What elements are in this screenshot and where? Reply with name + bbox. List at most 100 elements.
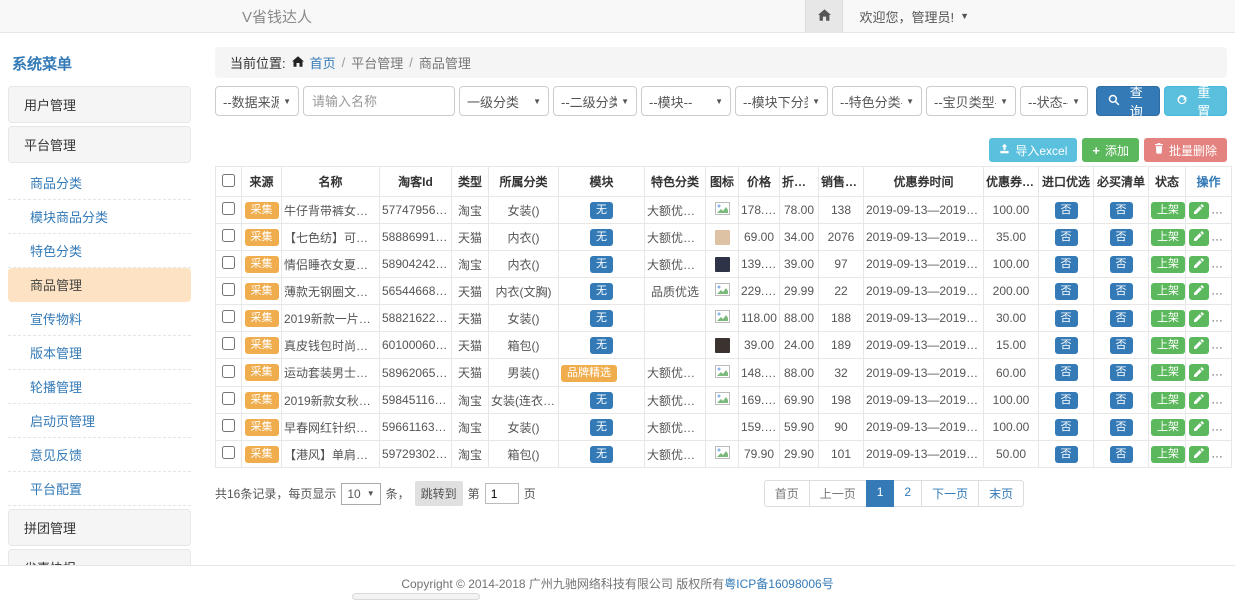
row-checkbox[interactable] — [222, 337, 235, 350]
module-badge: 品牌精选 — [561, 365, 617, 382]
must-buy-badge[interactable]: 否 — [1110, 392, 1133, 409]
sidebar-subitem[interactable]: 启动页管理 — [8, 404, 191, 438]
sidebar-subitem[interactable]: 模块商品分类 — [8, 200, 191, 234]
edit-button[interactable] — [1189, 229, 1209, 246]
edit-button[interactable] — [1189, 256, 1209, 273]
edit-icon — [1194, 338, 1204, 352]
sidebar-item[interactable]: 拼团管理 — [8, 509, 191, 546]
must-buy-badge[interactable]: 否 — [1110, 419, 1133, 436]
status-badge[interactable]: 上架 — [1151, 256, 1185, 273]
import-select-badge[interactable]: 否 — [1055, 364, 1078, 381]
pager-button[interactable]: 首页 — [764, 480, 810, 507]
pager-button[interactable]: 下一页 — [921, 480, 979, 507]
import-select-badge[interactable]: 否 — [1055, 202, 1078, 219]
must-buy-badge[interactable]: 否 — [1110, 202, 1133, 219]
row-checkbox[interactable] — [222, 202, 235, 215]
row-checkbox[interactable] — [222, 446, 235, 459]
edit-button[interactable] — [1189, 446, 1209, 463]
source-badge: 采集 — [245, 419, 279, 436]
must-buy-badge[interactable]: 否 — [1110, 337, 1133, 354]
sidebar-item[interactable]: 用户管理 — [8, 86, 191, 123]
must-buy-badge[interactable]: 否 — [1110, 283, 1133, 300]
status-badge[interactable]: 上架 — [1151, 446, 1185, 463]
edit-button[interactable] — [1189, 310, 1209, 327]
sidebar-subitem[interactable]: 特色分类 — [8, 234, 191, 268]
sidebar-item[interactable]: 平台管理 — [8, 126, 191, 163]
status-badge[interactable]: 上架 — [1151, 392, 1185, 409]
import-select-badge[interactable]: 否 — [1055, 229, 1078, 246]
add-button[interactable]: + 添加 — [1082, 138, 1139, 162]
status-badge[interactable]: 上架 — [1151, 202, 1185, 219]
pager-button[interactable]: 1 — [866, 480, 895, 507]
select-all-checkbox[interactable] — [222, 174, 235, 187]
sidebar-subitem[interactable]: 平台配置 — [8, 472, 191, 506]
jump-button[interactable]: 跳转到 — [415, 481, 463, 506]
import-select-badge[interactable]: 否 — [1055, 283, 1078, 300]
filter-select[interactable]: --模块下分类--▼ — [735, 86, 828, 116]
row-checkbox[interactable] — [222, 310, 235, 323]
user-menu[interactable]: 欢迎您，管理员! ▼ — [843, 0, 985, 33]
filter-select[interactable]: 一级分类▼ — [459, 86, 549, 116]
import-excel-button[interactable]: 导入excel — [989, 138, 1077, 162]
status-badge[interactable]: 上架 — [1151, 229, 1185, 246]
product-name: 【七色纺】可爱纯棉家... — [282, 224, 380, 251]
import-select-badge[interactable]: 否 — [1055, 310, 1078, 327]
status-badge[interactable]: 上架 — [1151, 310, 1185, 327]
sidebar-subitem[interactable]: 商品管理 — [8, 268, 191, 302]
edit-button[interactable] — [1189, 337, 1209, 354]
filter-select[interactable]: --数据来源--▼ — [215, 86, 299, 116]
page-number-input[interactable] — [485, 483, 519, 504]
sidebar-subitem[interactable]: 意见反馈 — [8, 438, 191, 472]
must-buy-badge[interactable]: 否 — [1110, 256, 1133, 273]
filter-select[interactable]: --特色分类--▼ — [832, 86, 922, 116]
row-checkbox[interactable] — [222, 392, 235, 405]
row-checkbox[interactable] — [222, 283, 235, 296]
filter-select[interactable]: --模块--▼ — [641, 86, 731, 116]
batch-delete-button[interactable]: 批量删除 — [1144, 138, 1227, 162]
module-badge: 无 — [590, 310, 613, 327]
status-badge[interactable]: 上架 — [1151, 419, 1185, 436]
per-page-select[interactable]: 10 ▼ — [341, 483, 380, 505]
edit-button[interactable] — [1189, 419, 1209, 436]
import-select-badge[interactable]: 否 — [1055, 446, 1078, 463]
import-select-badge[interactable]: 否 — [1055, 337, 1078, 354]
must-buy-badge[interactable]: 否 — [1110, 364, 1133, 381]
status-badge[interactable]: 上架 — [1151, 337, 1185, 354]
import-select-badge[interactable]: 否 — [1055, 419, 1078, 436]
row-checkbox[interactable] — [222, 256, 235, 269]
sidebar-subitem[interactable]: 版本管理 — [8, 336, 191, 370]
import-select-badge[interactable]: 否 — [1055, 256, 1078, 273]
pager-button[interactable]: 上一页 — [809, 480, 867, 507]
name-search-input[interactable] — [303, 86, 455, 116]
breadcrumb-home-link[interactable]: 首页 — [310, 53, 336, 72]
must-buy-badge[interactable]: 否 — [1110, 229, 1133, 246]
row-checkbox[interactable] — [222, 365, 235, 378]
scrollbar-thumb[interactable] — [352, 593, 480, 600]
query-button[interactable]: 查询 — [1096, 86, 1160, 116]
filter-select[interactable]: --状态--▼ — [1020, 86, 1088, 116]
column-header: 模块 — [559, 167, 645, 197]
pager-button[interactable]: 2 — [893, 480, 922, 507]
edit-button[interactable] — [1189, 364, 1209, 381]
edit-button[interactable] — [1189, 392, 1209, 409]
status-badge[interactable]: 上架 — [1151, 364, 1185, 381]
filter-select[interactable]: --宝贝类型--▼ — [926, 86, 1016, 116]
reset-button[interactable]: 重置 — [1164, 86, 1228, 116]
edit-button[interactable] — [1189, 202, 1209, 219]
must-buy-badge[interactable]: 否 — [1110, 310, 1133, 327]
sidebar-item[interactable]: 省惠快报 — [8, 549, 191, 565]
home-button[interactable] — [805, 0, 843, 33]
status-badge[interactable]: 上架 — [1151, 283, 1185, 300]
row-checkbox[interactable] — [222, 229, 235, 242]
import-select-badge[interactable]: 否 — [1055, 392, 1078, 409]
icp-link[interactable]: 粤ICP备16098006号 — [724, 575, 833, 592]
pager-button[interactable]: 末页 — [978, 480, 1024, 507]
filter-select[interactable]: --二级分类--▼ — [553, 86, 637, 116]
row-checkbox[interactable] — [222, 419, 235, 432]
sidebar-subitem[interactable]: 轮播管理 — [8, 370, 191, 404]
sidebar-subitem[interactable]: 宣传物料 — [8, 302, 191, 336]
table-row: 采集【港风】单肩斜跨链条...597293020870淘宝箱包()无大额优惠券7… — [216, 441, 1232, 468]
must-buy-badge[interactable]: 否 — [1110, 446, 1133, 463]
edit-button[interactable] — [1189, 283, 1209, 300]
sidebar-subitem[interactable]: 商品分类 — [8, 166, 191, 200]
